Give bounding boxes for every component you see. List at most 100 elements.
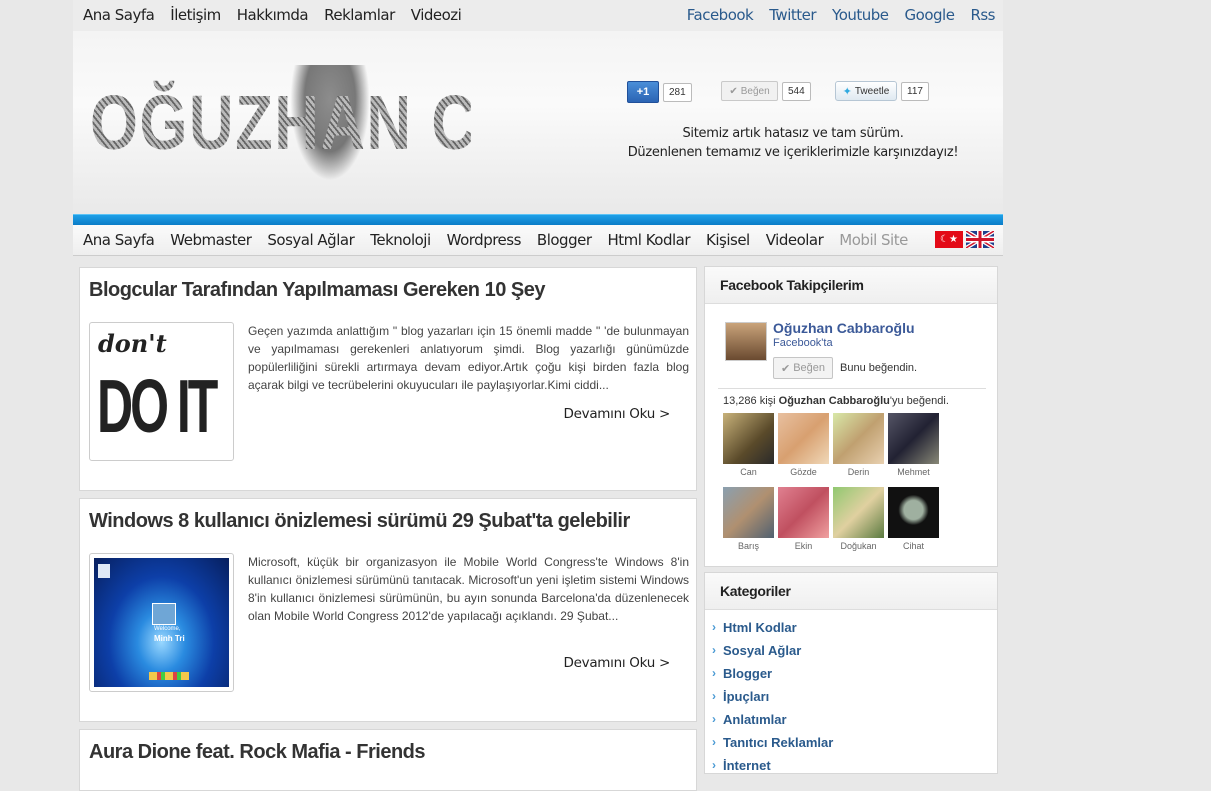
nav-personal[interactable]: Kişisel (706, 231, 750, 249)
tweet-button[interactable]: ✦ Tweetle (835, 81, 897, 101)
social-rss-link[interactable]: Rss (970, 6, 995, 24)
top-nav-about[interactable]: Hakkımda (237, 6, 309, 24)
category-item[interactable]: › İpuçları (705, 685, 997, 708)
page-avatar[interactable] (725, 322, 767, 361)
social-google-link[interactable]: Google (905, 6, 955, 24)
twitter-count: 117 (901, 81, 929, 101)
uk-flag-icon[interactable] (966, 231, 994, 248)
logo-text: OĞUZHAN CABBAROĞLU (90, 65, 891, 181)
fan-item[interactable]: Derin (833, 413, 884, 477)
check-icon: ✔ (729, 85, 738, 97)
post-title[interactable]: Aura Dione feat. Rock Mafia - Friends (89, 741, 426, 764)
nav-blogger[interactable]: Blogger (537, 231, 592, 249)
user-avatar-icon (152, 603, 176, 625)
post-card: Aura Dione feat. Rock Mafia - Friends (79, 729, 697, 791)
nav-home[interactable]: Ana Sayfa (83, 231, 155, 249)
fan-item[interactable]: Cihat (888, 487, 939, 551)
fb-count-name: Oğuzhan Cabbaroğlu (778, 395, 890, 407)
post-thumbnail[interactable]: don't DO IT (89, 322, 234, 461)
post-thumbnail[interactable]: Welcome, Minh Tri (89, 553, 234, 692)
category-label: İpuçları (723, 689, 770, 704)
fan-avatar (888, 413, 939, 464)
fan-avatar (778, 413, 829, 464)
fb-like-button[interactable]: ✔ Beğen (773, 357, 833, 379)
nav-webmaster[interactable]: Webmaster (170, 231, 252, 249)
fb-page-name[interactable]: Oğuzhan Cabbaroğlu (773, 320, 915, 336)
category-label: Blogger (723, 666, 773, 681)
category-item[interactable]: › Blogger (705, 662, 997, 685)
social-facebook-link[interactable]: Facebook (687, 6, 754, 24)
fan-avatar (723, 413, 774, 464)
post-excerpt: Microsoft, küçük bir organizasyon ile Mo… (248, 555, 689, 623)
chevron-right-icon: › (712, 735, 716, 749)
social-youtube-link[interactable]: Youtube (832, 6, 889, 24)
gplus-count: 281 (663, 82, 692, 102)
category-item[interactable]: › Sosyal Ağlar (705, 639, 997, 662)
site-logo[interactable]: OĞUZHAN CABBAROĞLU (90, 65, 891, 181)
facebook-count: 544 (782, 81, 811, 101)
top-nav-videozi[interactable]: Videozi (411, 6, 462, 24)
nav-mobile[interactable]: Mobil Site (839, 231, 908, 249)
gplus-button[interactable]: +1 (627, 81, 659, 103)
clock-tile-icon (98, 564, 110, 578)
windows8-screen: Welcome, Minh Tri (94, 558, 229, 687)
chevron-right-icon: › (712, 643, 716, 657)
category-item[interactable]: › İnternet (705, 754, 997, 777)
post-excerpt: Geçen yazımda anlattığım " blog yazarlar… (248, 324, 689, 392)
fb-page-sub[interactable]: Facebook'ta (773, 337, 833, 349)
fb-liked-text: Bunu beğendin. (840, 362, 918, 374)
top-nav-contact[interactable]: İletişim (170, 6, 221, 24)
category-item[interactable]: › Tanıtıcı Reklamlar (705, 731, 997, 754)
facebook-widget: Facebook Takipçilerim Oğuzhan Cabbaroğlu… (704, 266, 998, 567)
turkish-flag-icon[interactable]: ☾★ (935, 231, 963, 248)
fan-name: Barış (737, 541, 759, 551)
gplus-share: +1 281 (627, 81, 692, 103)
fan-item[interactable]: Barış (723, 487, 774, 551)
category-item[interactable]: › Html Kodlar (705, 616, 997, 639)
taskbar-icons (149, 672, 189, 680)
fan-avatar (778, 487, 829, 538)
twitter-bird-icon: ✦ (842, 85, 852, 98)
site-header: OĞUZHAN CABBAROĞLU +1 281 ✔ Beğen 544 ✦ … (73, 31, 1003, 214)
chevron-right-icon: › (712, 758, 716, 772)
fan-avatar (723, 487, 774, 538)
nav-wordpress[interactable]: Wordpress (447, 231, 522, 249)
post-card: Windows 8 kullanıcı önizlemesi sürümü 29… (79, 498, 697, 722)
social-twitter-link[interactable]: Twitter (769, 6, 816, 24)
fan-item[interactable]: Doğukan (833, 487, 884, 551)
category-item[interactable]: › Anlatımlar (705, 708, 997, 731)
fan-item[interactable]: Mehmet (888, 413, 939, 477)
site-tagline: Sitemiz artık hatasız ve tam sürüm. Düze… (593, 124, 993, 162)
post-title[interactable]: Blogcular Tarafından Yapılmaması Gereken… (89, 279, 545, 302)
tagline-line-1: Sitemiz artık hatasız ve tam sürüm. (682, 126, 904, 141)
tagline-line-2: Düzenlenen temamız ve içeriklerimizle ka… (627, 145, 959, 160)
fan-item[interactable]: Ekin (778, 487, 829, 551)
post-title[interactable]: Windows 8 kullanıcı önizlemesi sürümü 29… (89, 510, 630, 533)
twitter-share: ✦ Tweetle 117 (835, 81, 929, 101)
header-divider (73, 214, 1003, 225)
top-nav-home[interactable]: Ana Sayfa (83, 6, 155, 24)
read-more-link[interactable]: Devamını Oku > (564, 406, 671, 422)
social-links: Facebook Twitter Youtube Google Rss (687, 6, 996, 24)
nav-technology[interactable]: Teknoloji (370, 231, 431, 249)
nav-social[interactable]: Sosyal Ağlar (267, 231, 354, 249)
top-bar: Ana Sayfa İletişim Hakkımda Reklamlar Vi… (73, 0, 1003, 31)
main-nav: Ana Sayfa Webmaster Sosyal Ağlar Teknolo… (73, 225, 1003, 256)
post-card: Blogcular Tarafından Yapılmaması Gereken… (79, 267, 697, 491)
nav-html[interactable]: Html Kodlar (608, 231, 691, 249)
fan-item[interactable]: Can (723, 413, 774, 477)
facebook-share: ✔ Beğen 544 (721, 81, 811, 101)
top-nav-ads[interactable]: Reklamlar (324, 6, 395, 24)
facebook-like-button[interactable]: ✔ Beğen (721, 81, 778, 101)
nav-videos[interactable]: Videolar (766, 231, 824, 249)
chevron-right-icon: › (712, 712, 716, 726)
fan-name: Ekin (794, 541, 813, 551)
tweet-label: Tweetle (854, 85, 890, 97)
fb-separator (718, 388, 986, 389)
widget-title: Facebook Takipçilerim (705, 267, 997, 304)
read-more-link[interactable]: Devamını Oku > (564, 655, 671, 671)
welcome-user: Minh Tri (154, 634, 185, 643)
chevron-right-icon: › (712, 689, 716, 703)
category-label: Html Kodlar (723, 620, 797, 635)
fan-item[interactable]: Gözde (778, 413, 829, 477)
